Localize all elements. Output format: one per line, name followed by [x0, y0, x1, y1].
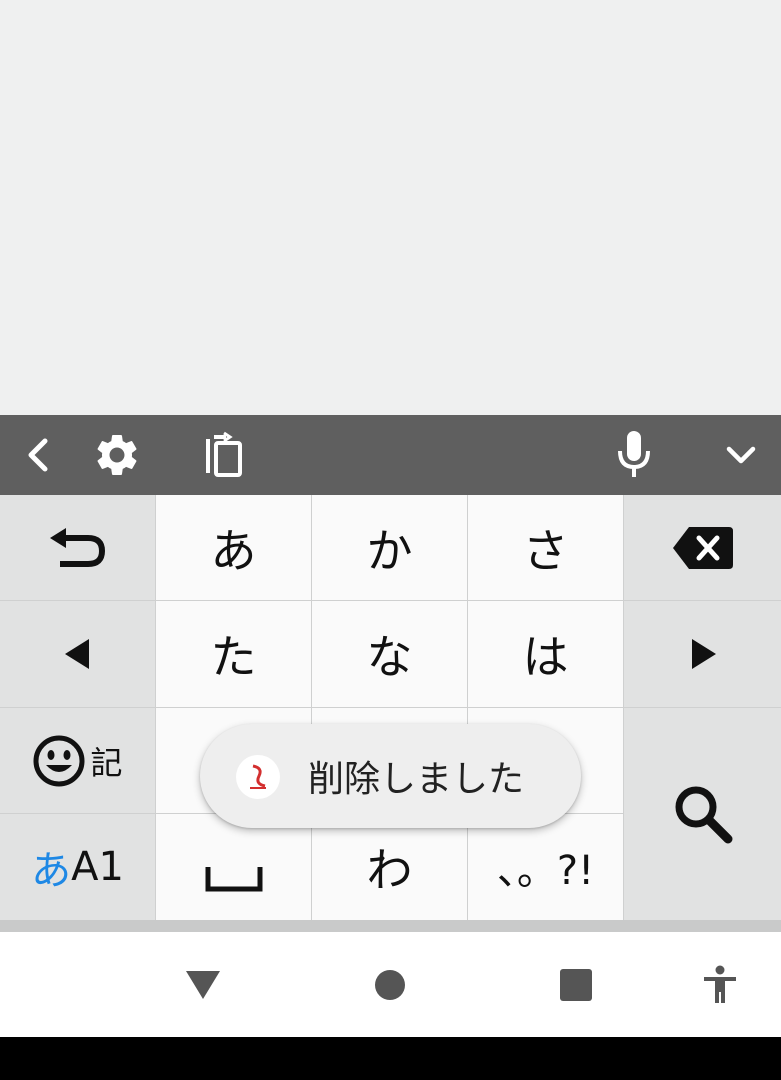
key-na-label: な	[366, 630, 413, 684]
system-navigation-bar	[0, 932, 781, 1037]
cursor-left-icon	[64, 639, 89, 669]
space-icon	[205, 867, 262, 892]
bottom-black-bar	[0, 1037, 781, 1080]
chevron-down-icon[interactable]	[712, 415, 770, 495]
cursor-right-icon	[691, 639, 716, 669]
key-a-label: あ	[210, 523, 257, 578]
key-wa[interactable]: わ	[312, 814, 467, 920]
clipboard-icon[interactable]	[192, 415, 256, 495]
toast-notification: 削除しました	[200, 724, 581, 828]
gear-icon[interactable]	[84, 415, 150, 495]
key-ka-label: か	[366, 523, 413, 578]
undo-icon	[49, 527, 105, 567]
flick-keyboard: あ か さ た な は 記 あ A1 わ 、。?!	[0, 495, 781, 920]
key-wa-label: わ	[366, 843, 413, 897]
key-na[interactable]: な	[312, 601, 467, 707]
recents-square-icon[interactable]	[531, 932, 621, 1037]
key-a[interactable]: あ	[156, 495, 311, 600]
emoji-symbol-key[interactable]: 記	[0, 708, 155, 813]
key-ta[interactable]: た	[156, 601, 311, 707]
chevron-left-icon[interactable]	[10, 415, 66, 495]
key-ha-label: は	[522, 630, 569, 684]
home-circle-icon[interactable]	[345, 932, 435, 1037]
key-sa[interactable]: さ	[468, 495, 623, 600]
cursor-left-key[interactable]	[0, 601, 155, 707]
kigou-label: 記	[90, 743, 123, 782]
undo-key[interactable]	[0, 495, 155, 600]
microphone-icon[interactable]	[604, 415, 664, 495]
app-content-area	[0, 0, 781, 415]
mode-hiragana-label: あ	[31, 848, 72, 894]
search-key[interactable]	[624, 708, 781, 920]
space-key[interactable]	[156, 814, 311, 920]
back-triangle-icon[interactable]	[158, 932, 248, 1037]
key-ka[interactable]: か	[312, 495, 467, 600]
accessibility-icon[interactable]	[675, 932, 765, 1037]
toast-message: 削除しました	[308, 759, 525, 800]
search-icon	[675, 786, 732, 844]
keyboard-toolbar	[0, 415, 781, 495]
emoji-icon	[33, 735, 85, 786]
mode-alnum-label: A1	[71, 844, 124, 890]
keyboard-bottom-strip	[0, 920, 781, 932]
punctuation-label: 、。?!	[496, 848, 595, 894]
backspace-key[interactable]	[624, 495, 781, 600]
cursor-right-key[interactable]	[624, 601, 781, 707]
punctuation-key[interactable]: 、。?!	[468, 814, 623, 920]
key-ha[interactable]: は	[468, 601, 623, 707]
app-icon	[236, 755, 280, 799]
backspace-icon	[672, 526, 733, 569]
input-mode-key[interactable]: あ A1	[0, 814, 155, 920]
key-sa-label: さ	[522, 523, 569, 578]
key-ta-label: た	[210, 630, 257, 684]
